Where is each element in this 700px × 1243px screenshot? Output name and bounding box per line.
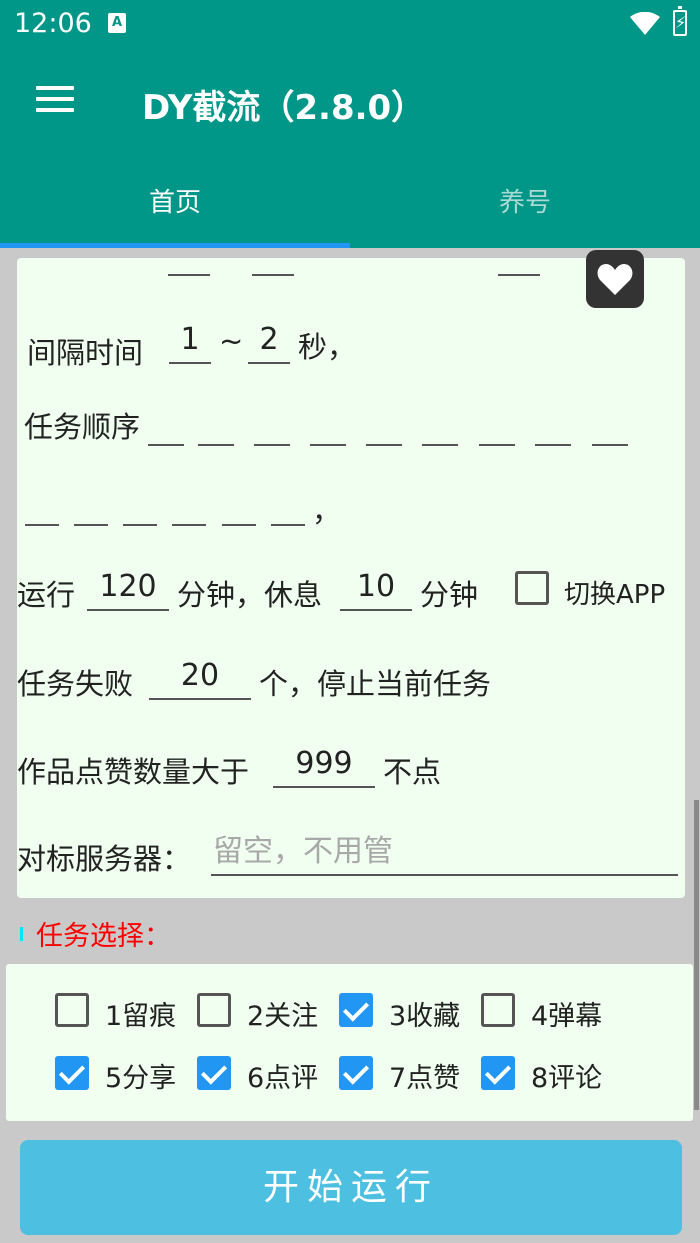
task-order-slot[interactable] (535, 444, 571, 446)
scrollbar[interactable] (694, 800, 699, 1110)
server-input[interactable]: 留空，不用管 (211, 832, 678, 876)
task-order-slot[interactable] (592, 444, 628, 446)
task-checkbox-6[interactable] (197, 1056, 231, 1090)
task-order-slot[interactable] (25, 524, 59, 526)
likes-prefix: 作品点赞数量大于 (17, 755, 250, 789)
task-order-slot[interactable] (123, 524, 157, 526)
task-order-slot[interactable] (479, 444, 515, 446)
task-order-label: 任务顺序 (24, 410, 141, 444)
task-label-3: 3收藏 (389, 1001, 461, 1032)
task-order-slot[interactable] (271, 524, 305, 526)
task-order-slot[interactable] (366, 444, 402, 446)
status-time: 12:06 (14, 8, 92, 39)
task-order-slot[interactable] (148, 444, 184, 446)
task-selection-card: 1留痕 2关注 3收藏 4弹幕 5分享 6点评 7点赞 8评论 (6, 964, 693, 1121)
app-title: DY截流（2.8.0） (142, 88, 426, 128)
run-prefix: 运行 (17, 578, 76, 612)
interval-unit: 秒， (298, 330, 357, 364)
task-checkbox-5[interactable] (55, 1056, 89, 1090)
task-order-slot[interactable] (254, 444, 290, 446)
wifi-icon (630, 12, 660, 35)
favorite-button[interactable] (586, 250, 644, 308)
section-marker (20, 927, 23, 941)
scrolled-field-underline (252, 274, 294, 276)
task-order-slot[interactable] (74, 524, 108, 526)
tab-indicator (0, 243, 350, 248)
app-bar: DY截流（2.8.0） 首页 养号 (0, 50, 700, 248)
interval-max-input[interactable]: 2 (248, 320, 290, 364)
notification-icon: A (108, 13, 126, 33)
scrolled-field-underline (498, 274, 540, 276)
battery-charging-icon: ⚡ (673, 6, 687, 36)
interval-min-input[interactable]: 1 (169, 320, 211, 364)
fail-count-input[interactable]: 20 (149, 656, 251, 700)
interval-tilde: ~ (219, 324, 244, 358)
settings-card: 间隔时间 1 ~ 2 秒， 任务顺序 ， 运行 120 分钟，休息 10 分钟 … (17, 258, 685, 898)
task-order-slot[interactable] (198, 444, 234, 446)
tab-home[interactable]: 首页 (0, 175, 350, 248)
task-label-6: 6点评 (247, 1063, 319, 1094)
server-label: 对标服务器： (17, 842, 192, 876)
task-checkbox-4[interactable] (481, 993, 515, 1027)
switch-app-checkbox[interactable] (515, 571, 549, 605)
task-section-title: 任务选择： (36, 921, 171, 952)
fail-suffix: 个，停止当前任务 (259, 667, 492, 701)
likes-threshold-input[interactable]: 999 (273, 744, 375, 788)
task-label-1: 1留痕 (105, 1001, 177, 1032)
likes-suffix: 不点 (383, 755, 442, 789)
task-order-slot[interactable] (172, 524, 206, 526)
task-checkbox-2[interactable] (197, 993, 231, 1027)
task-label-2: 2关注 (247, 1001, 319, 1032)
run-suffix: 分钟 (420, 578, 479, 612)
task-label-8: 8评论 (531, 1063, 603, 1094)
start-run-button[interactable]: 开始运行 (20, 1140, 682, 1235)
task-order-slot[interactable] (310, 444, 346, 446)
task-checkbox-3[interactable] (339, 993, 373, 1027)
switch-app-label: 切换APP (564, 580, 666, 610)
fail-prefix: 任务失败 (17, 667, 134, 701)
task-label-4: 4弹幕 (531, 1001, 603, 1032)
task-order-comma: ， (312, 494, 342, 528)
rest-minutes-input[interactable]: 10 (340, 567, 412, 611)
scrolled-field-underline (168, 274, 210, 276)
task-label-7: 7点赞 (389, 1063, 461, 1094)
task-checkbox-1[interactable] (55, 993, 89, 1027)
run-minutes-input[interactable]: 120 (87, 567, 169, 611)
interval-label: 间隔时间 (27, 336, 144, 370)
status-bar: 12:06 A ⚡ (0, 0, 700, 50)
task-label-5: 5分享 (105, 1063, 177, 1094)
tab-nurture[interactable]: 养号 (350, 175, 700, 248)
task-checkbox-8[interactable] (481, 1056, 515, 1090)
task-checkbox-7[interactable] (339, 1056, 373, 1090)
task-order-slot[interactable] (422, 444, 458, 446)
task-order-slot[interactable] (222, 524, 256, 526)
heart-icon (597, 264, 633, 295)
run-mid-text: 分钟，休息 (177, 578, 323, 612)
hamburger-menu-icon[interactable] (36, 86, 74, 116)
